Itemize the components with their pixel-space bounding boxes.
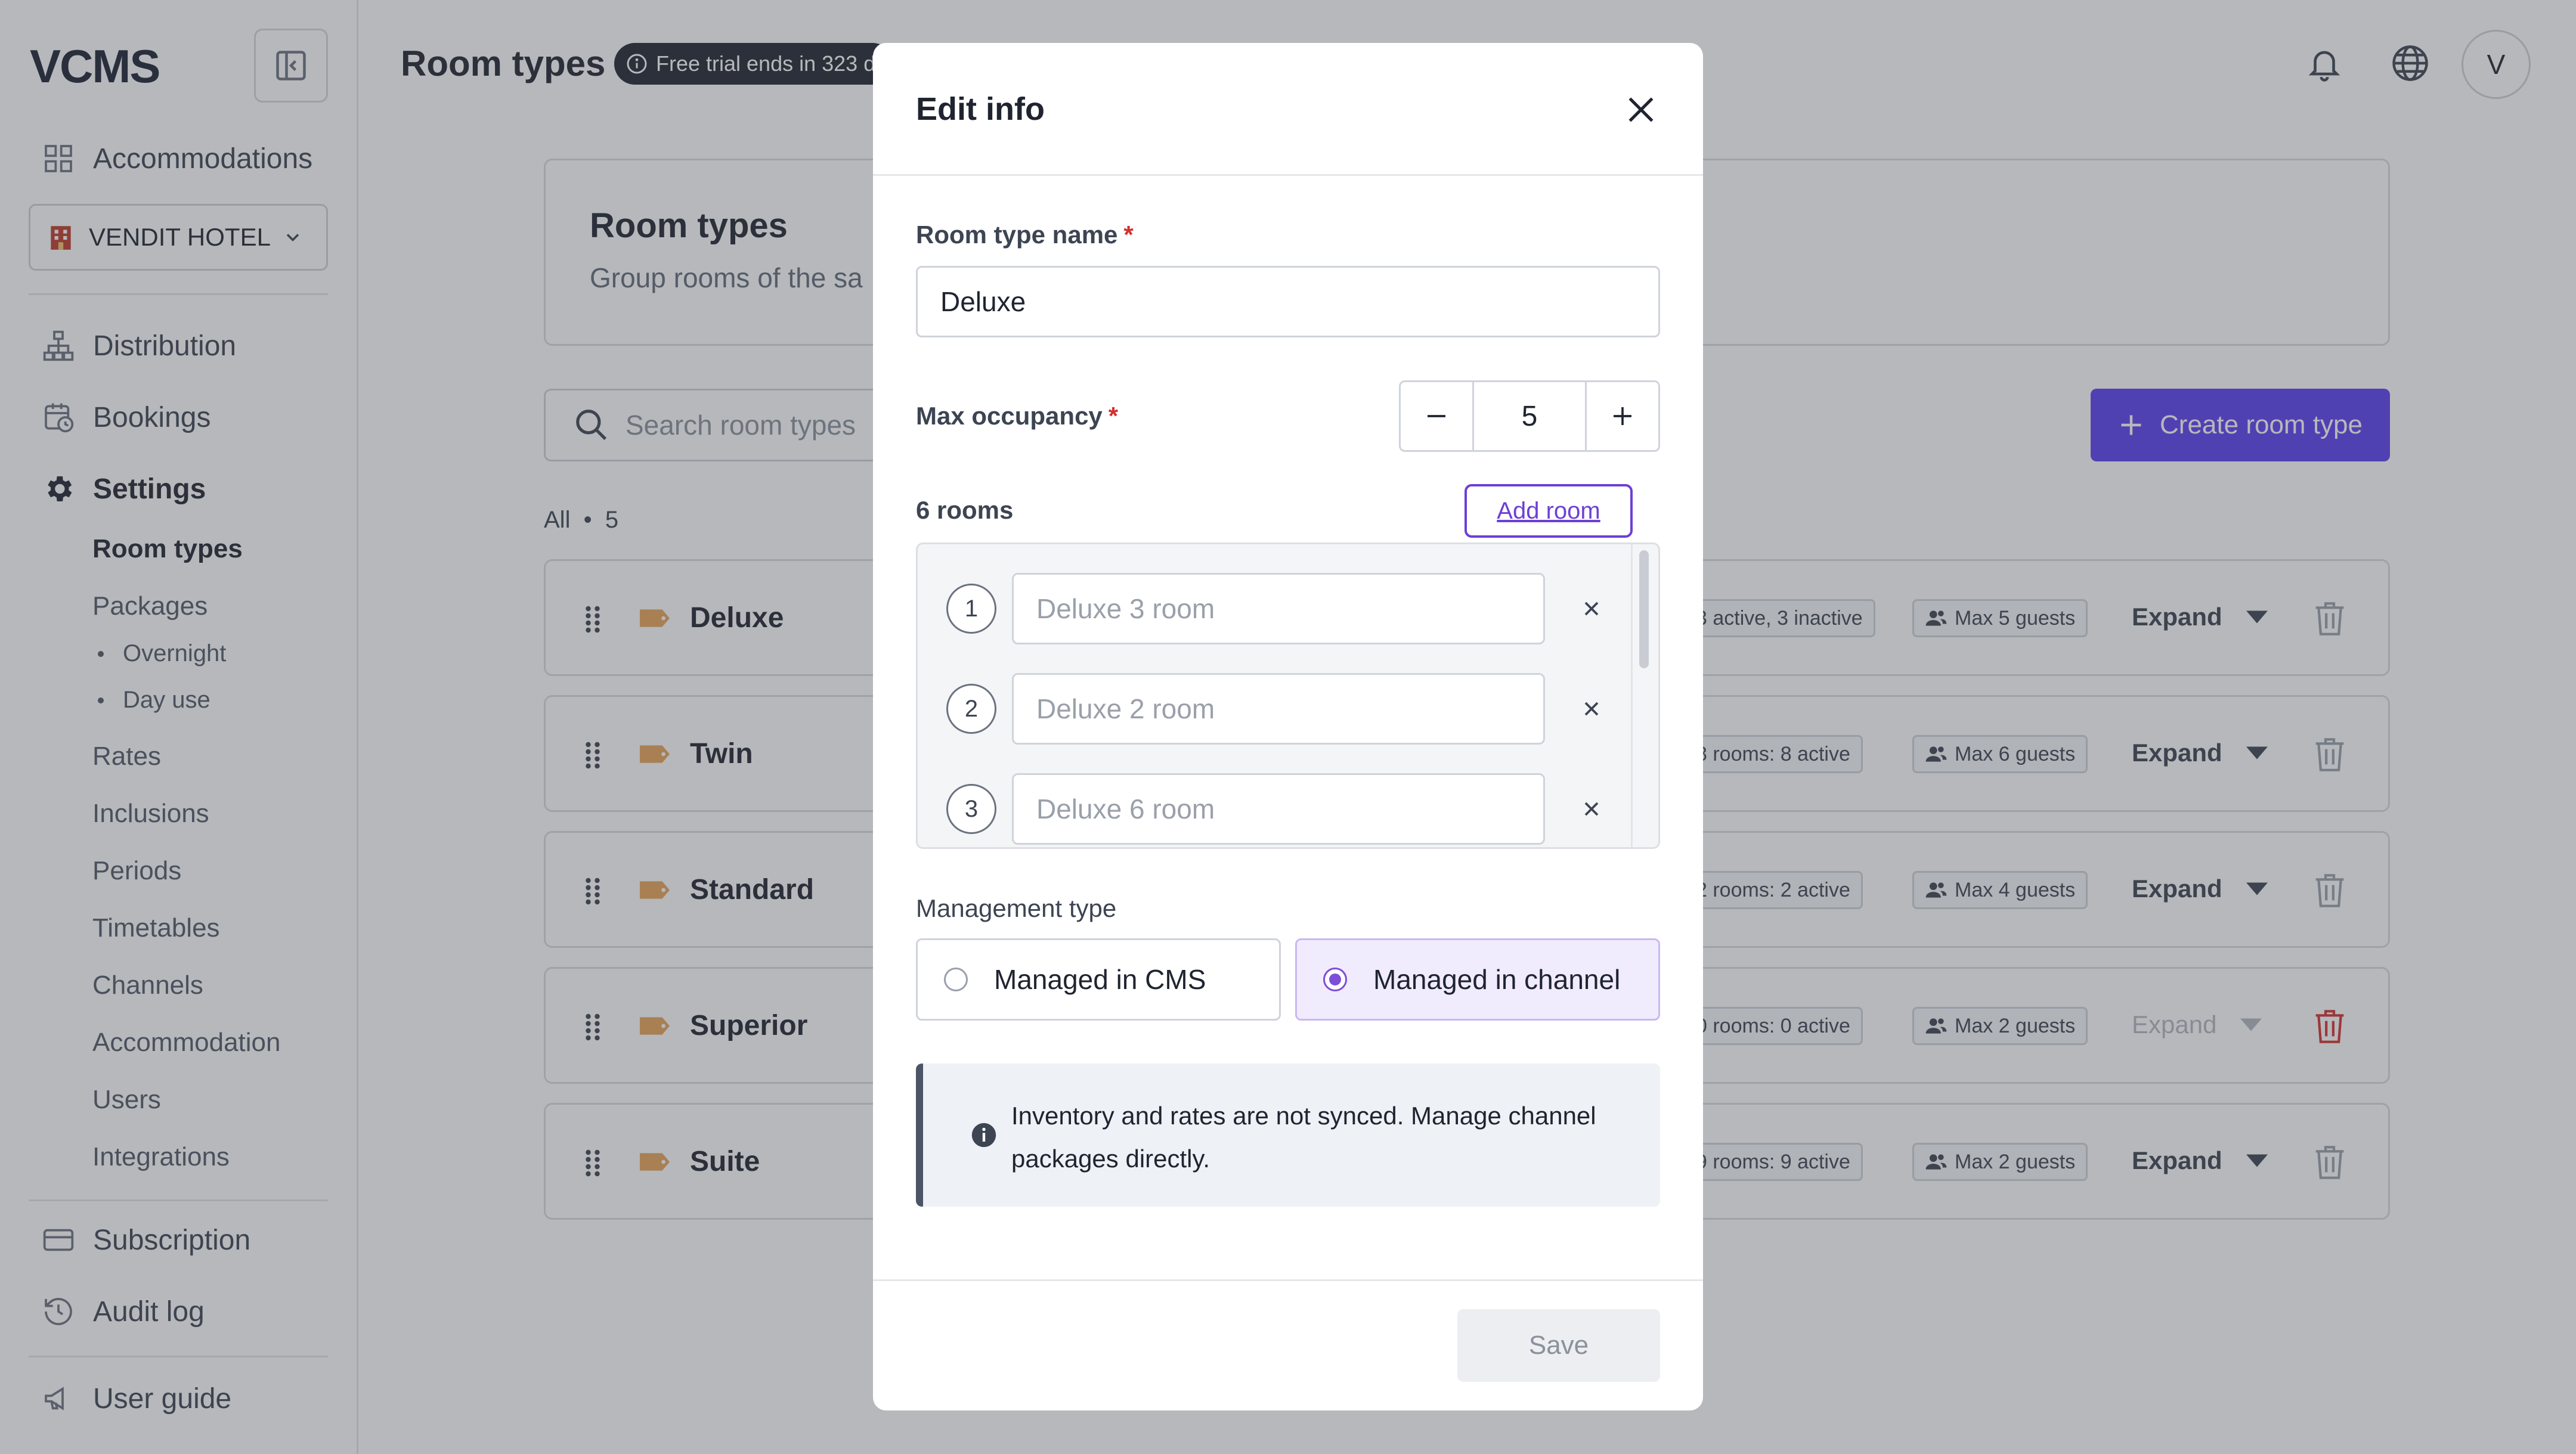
modal-title: Edit info — [916, 91, 1045, 127]
label-text: Max occupancy — [916, 402, 1103, 430]
close-icon — [1584, 602, 1599, 616]
remove-room-button[interactable] — [1577, 695, 1606, 723]
room-name-input[interactable]: Deluxe 6 room — [1012, 773, 1545, 845]
minus-icon — [1428, 415, 1445, 417]
room-entry: 2 Deluxe 2 room — [946, 673, 1626, 745]
remove-room-button[interactable] — [1577, 795, 1606, 823]
max-occupancy-stepper: 5 — [1399, 380, 1660, 452]
input-placeholder: Deluxe 3 room — [1036, 593, 1215, 624]
option-label: Managed in channel — [1373, 964, 1621, 995]
rooms-scrollbar[interactable] — [1639, 550, 1649, 668]
close-icon — [1628, 97, 1654, 122]
input-placeholder: Deluxe 6 room — [1036, 793, 1215, 824]
save-button[interactable]: Save — [1457, 1309, 1660, 1382]
required-mark: * — [1123, 221, 1134, 249]
room-entry: 1 Deluxe 3 room — [946, 573, 1626, 644]
scrollbar-track — [1631, 544, 1633, 847]
close-button[interactable] — [1620, 88, 1662, 131]
modal-footer-divider — [873, 1279, 1703, 1281]
room-number-badge: 3 — [946, 784, 996, 834]
close-icon — [1584, 802, 1599, 816]
option-managed-in-cms[interactable]: Managed in CMS — [916, 938, 1281, 1021]
plus-icon — [1614, 407, 1631, 425]
room-name-input[interactable]: Deluxe 3 room — [1012, 573, 1545, 644]
occupancy-value[interactable]: 5 — [1472, 382, 1587, 450]
increment-button[interactable] — [1587, 382, 1658, 450]
close-icon — [1584, 702, 1599, 716]
max-occupancy-label: Max occupancy * — [916, 402, 1118, 430]
edit-info-modal: Edit info Room type name * Deluxe Max occ… — [873, 43, 1703, 1410]
rooms-count-label: 6 rooms — [916, 496, 1014, 524]
room-entry: 3 Deluxe 6 room — [946, 773, 1626, 845]
add-room-button[interactable]: Add room — [1465, 484, 1633, 538]
room-type-name-input[interactable]: Deluxe — [916, 266, 1660, 337]
option-managed-in-channel[interactable]: Managed in channel — [1295, 938, 1660, 1021]
required-mark: * — [1108, 402, 1119, 430]
label-text: Room type name — [916, 221, 1118, 249]
room-name-input[interactable]: Deluxe 2 room — [1012, 673, 1545, 745]
decrement-button[interactable] — [1401, 382, 1472, 450]
info-icon — [971, 1123, 996, 1148]
modal-header-divider — [873, 174, 1703, 176]
sync-info-alert: Inventory and rates are not synced. Mana… — [916, 1064, 1660, 1207]
option-label: Managed in CMS — [994, 964, 1206, 995]
radio-button-selected[interactable] — [1323, 968, 1347, 991]
room-number-badge: 2 — [946, 684, 996, 734]
room-type-name-label: Room type name * — [916, 221, 1134, 249]
management-type-label: Management type — [916, 894, 1117, 922]
input-placeholder: Deluxe 2 room — [1036, 693, 1215, 724]
remove-room-button[interactable] — [1577, 594, 1606, 623]
input-value: Deluxe — [940, 286, 1026, 317]
rooms-list-panel: 1 Deluxe 3 room 2 Deluxe 2 room 3 Deluxe… — [916, 542, 1660, 849]
radio-button[interactable] — [944, 968, 968, 991]
room-number-badge: 1 — [946, 584, 996, 634]
alert-text: Inventory and rates are not synced. Mana… — [1011, 1102, 1596, 1173]
